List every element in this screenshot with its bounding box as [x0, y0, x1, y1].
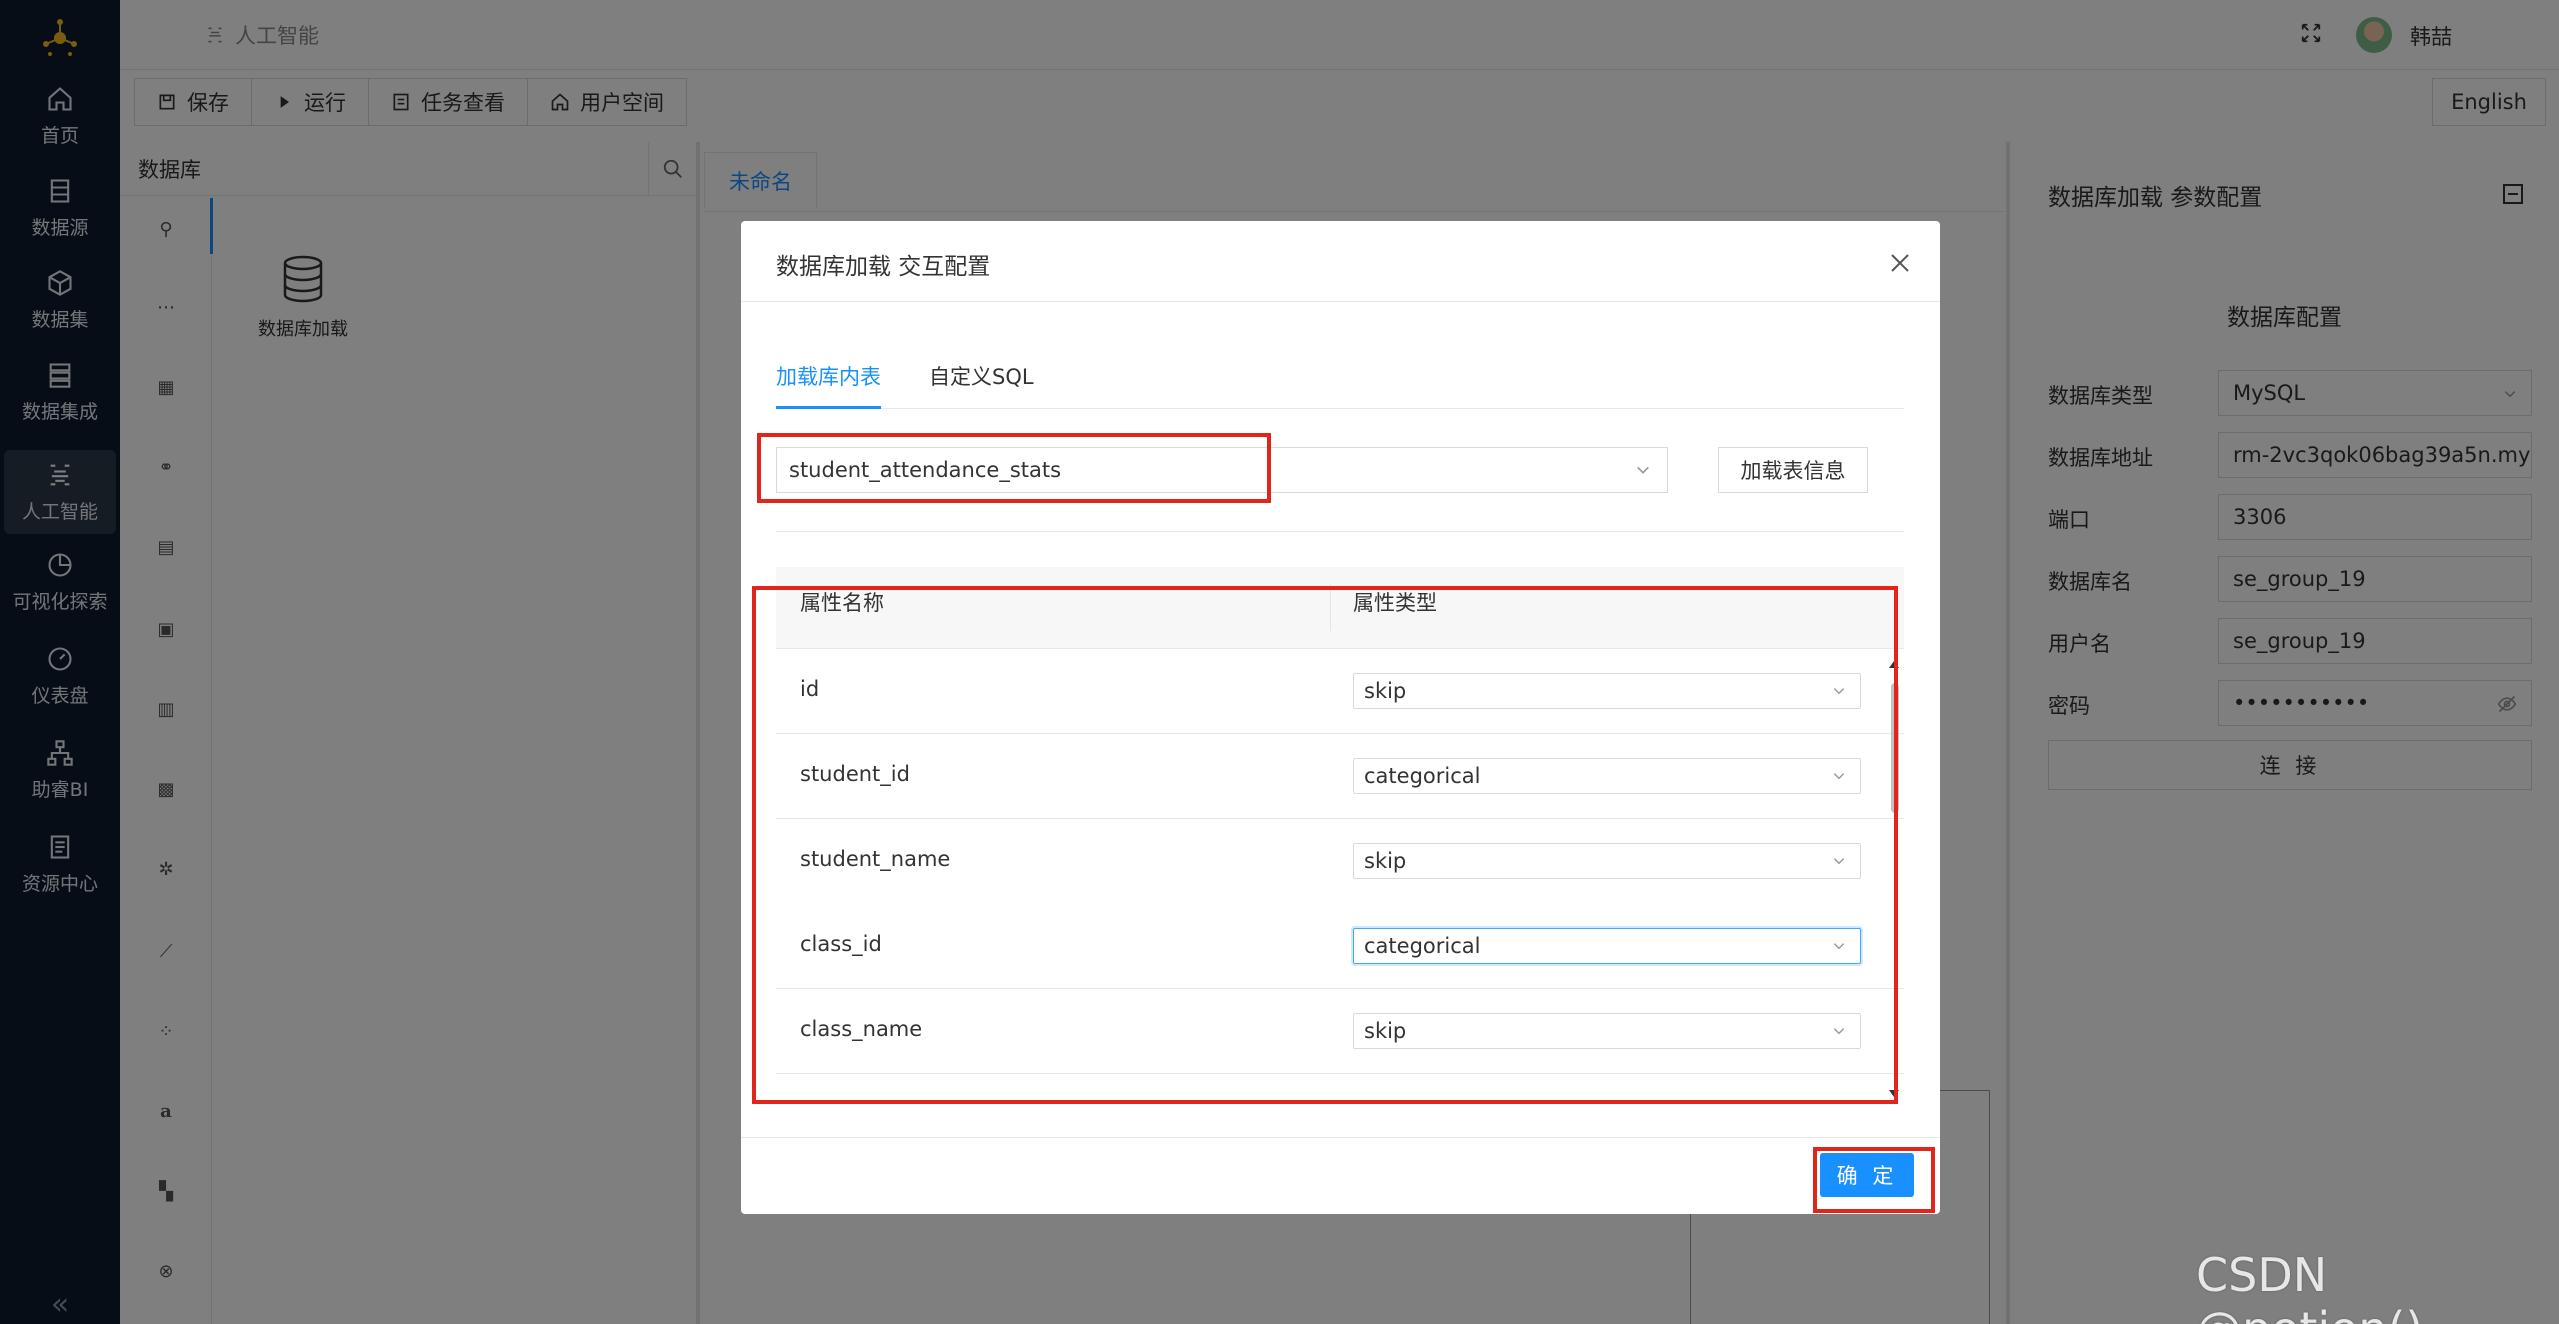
- modal-footer-divider: [741, 1137, 1940, 1138]
- watermark: CSDN @potion(): [2196, 1248, 2423, 1324]
- highlight-attribute-table: [752, 586, 1898, 1104]
- highlight-table-select: [757, 433, 1271, 503]
- tab-custom-sql[interactable]: 自定义SQL: [929, 359, 1034, 409]
- load-table-info-button[interactable]: 加载表信息: [1718, 447, 1868, 493]
- highlight-confirm-button: [1813, 1147, 1935, 1213]
- modal-title: 数据库加载 交互配置: [776, 254, 991, 280]
- close-icon[interactable]: [1888, 251, 1912, 275]
- modal-header-divider: [741, 301, 1940, 302]
- modal-tabs: 加载库内表 自定义SQL: [776, 359, 1904, 409]
- tab-load-table[interactable]: 加载库内表: [776, 359, 881, 409]
- chevron-down-icon: [1637, 466, 1649, 474]
- modal-divider: [776, 531, 1904, 532]
